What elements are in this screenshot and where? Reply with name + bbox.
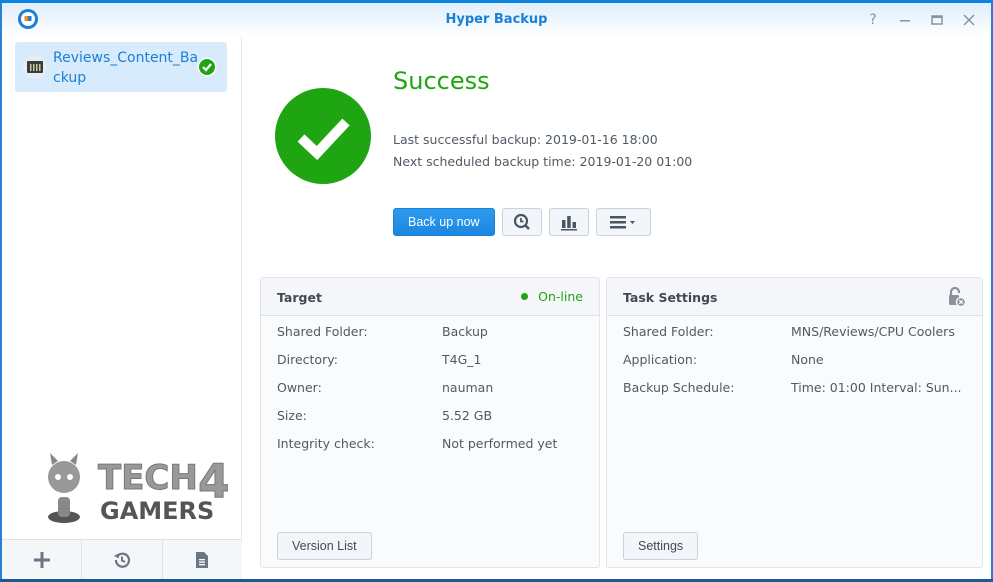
maximize-icon[interactable] [927, 10, 947, 30]
add-task-button[interactable] [2, 540, 83, 579]
restore-button[interactable] [82, 540, 163, 579]
statistics-icon [560, 216, 577, 231]
task-name: Reviews_Content_Backup [53, 50, 199, 86]
watermark-tech: TECH [98, 458, 198, 498]
status-title: Success [393, 67, 490, 95]
action-toolbar: Back up now [393, 208, 651, 236]
statistics-button[interactable] [548, 208, 589, 236]
target-panel: Target On-line Shared Folder: Backup Dire… [260, 277, 600, 568]
back-up-now-button[interactable]: Back up now [393, 208, 495, 236]
plus-icon [33, 551, 50, 568]
success-icon [275, 88, 371, 184]
more-actions-menu[interactable] [595, 208, 651, 236]
close-icon[interactable] [959, 10, 979, 30]
nas-icon [23, 55, 47, 79]
online-status: On-line [521, 289, 583, 304]
settings-button[interactable]: Settings [623, 532, 699, 560]
last-backup-time: Last successful backup: 2019-01-16 18:00 [393, 132, 658, 147]
titlebar: Hyper Backup ? [2, 3, 991, 37]
task-sidebar: Reviews_Content_Backup TECH 4 GAMERS [2, 37, 242, 579]
task-settings-title: Task Settings [623, 290, 718, 305]
restore-icon [513, 213, 530, 230]
window-title: Hyper Backup [445, 12, 548, 27]
sidebar-task-item[interactable]: Reviews_Content_Backup [15, 42, 227, 92]
restore-explorer-button[interactable] [501, 208, 542, 236]
task-settings-panel: Task Settings Shared Folder: MNS/Reviews/… [606, 277, 983, 568]
sidebar-footer [2, 539, 242, 579]
success-check-icon [197, 57, 217, 77]
next-backup-time: Next scheduled backup time: 2019-01-20 0… [393, 154, 693, 169]
main-panel: Success Last successful backup: 2019-01-… [243, 37, 991, 579]
menu-icon [610, 216, 636, 229]
log-button[interactable] [163, 540, 242, 579]
tech4gamers-watermark-logo: TECH 4 GAMERS [48, 453, 228, 525]
watermark-gamers: GAMERS [100, 497, 214, 525]
hyper-backup-window: Hyper Backup ? Reviews_Content_Backup TE… [0, 0, 993, 579]
target-title: Target [277, 290, 322, 305]
unlocked-encryption-icon[interactable] [946, 287, 966, 307]
minimize-icon[interactable] [895, 10, 915, 30]
history-icon [113, 552, 131, 568]
online-dot-icon [521, 293, 529, 300]
help-icon[interactable]: ? [863, 10, 883, 30]
version-list-button[interactable]: Version List [277, 532, 372, 560]
document-icon [196, 551, 209, 568]
online-status-label: On-line [538, 289, 583, 304]
